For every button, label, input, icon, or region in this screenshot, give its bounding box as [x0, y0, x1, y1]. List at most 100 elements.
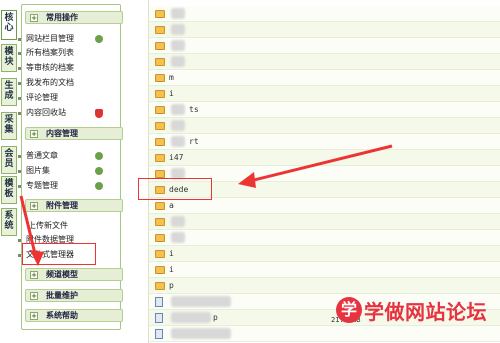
file-row[interactable]: i: [149, 86, 500, 102]
file-row[interactable]: i: [149, 246, 500, 262]
bullet-icon: [18, 155, 21, 158]
file-row[interactable]: [149, 22, 500, 38]
file-row[interactable]: [149, 38, 500, 54]
menu-item-topics[interactable]: 专题管理: [18, 181, 58, 191]
file-row[interactable]: [149, 6, 500, 22]
menu-item-all-archives[interactable]: 所有档案列表: [18, 48, 74, 58]
bullet-icon: [18, 52, 21, 55]
file-row[interactable]: m: [149, 70, 500, 86]
section-title-content: 内容管理: [46, 129, 78, 138]
bullet-icon: [18, 82, 21, 85]
section-header-channel[interactable]: + 频道模型: [25, 268, 123, 281]
menu-item-label: 所有档案列表: [26, 48, 74, 57]
file-row[interactable]: [149, 230, 500, 246]
file-row[interactable]: 21.1 KB: [149, 316, 500, 342]
section-title-channel: 频道模型: [46, 270, 78, 279]
section-header-common[interactable]: + 常用操作: [25, 11, 123, 24]
vtab-generate[interactable]: 生成: [1, 78, 17, 106]
menu-item-label: 等审核的档案: [26, 63, 74, 72]
menu-item-label: 专题管理: [26, 181, 58, 190]
highlight-box-file-manager: [22, 243, 96, 265]
file-row[interactable]: [149, 54, 500, 70]
menu-item-label: 我发布的文档: [26, 78, 74, 87]
vtab-module[interactable]: 模块: [1, 44, 17, 72]
menu-item-site-columns[interactable]: 网站栏目管理: [18, 34, 74, 44]
file-row[interactable]: i: [149, 262, 500, 278]
vtab-member[interactable]: 会员: [1, 146, 17, 174]
file-icon: [155, 313, 163, 323]
folder-icon: [155, 250, 165, 258]
blurred-name: [171, 328, 231, 339]
add-icon[interactable]: [95, 182, 103, 190]
blurred-name: [171, 56, 185, 67]
folder-icon: [155, 74, 165, 82]
add-icon[interactable]: [95, 152, 103, 160]
file-row[interactable]: [149, 214, 500, 230]
add-icon[interactable]: [95, 167, 103, 175]
file-row[interactable]: ts: [149, 102, 500, 118]
file-row[interactable]: p: [149, 278, 500, 294]
file-row[interactable]: rt: [149, 134, 500, 150]
file-name: a: [169, 201, 174, 210]
folder-icon: [155, 90, 165, 98]
section-header-help[interactable]: + 系统帮助: [25, 309, 123, 322]
file-row[interactable]: [149, 118, 500, 134]
menu-item-comments[interactable]: 评论管理: [18, 93, 58, 103]
file-row[interactable]: a: [149, 198, 500, 214]
folder-icon: [155, 266, 165, 274]
vtab-core-label: 核心: [4, 13, 14, 33]
vtab-template[interactable]: 模板: [1, 176, 17, 204]
add-icon[interactable]: [95, 35, 103, 43]
file-icon: [155, 297, 163, 307]
menu-item-recycle-bin[interactable]: 内容回收站: [18, 108, 66, 118]
file-name: i47: [169, 153, 184, 162]
menu-item-articles[interactable]: 普通文章: [18, 151, 58, 161]
menu-item-label: 普通文章: [26, 151, 58, 160]
vtab-system[interactable]: 系统: [1, 208, 17, 236]
blurred-name: [171, 104, 185, 115]
file-name: ts: [189, 105, 199, 114]
plus-icon: +: [30, 271, 38, 279]
section-title-batch: 批量维护: [46, 291, 78, 300]
section-header-content[interactable]: + 内容管理: [25, 127, 123, 140]
section-header-batch[interactable]: + 批量维护: [25, 289, 123, 302]
folder-icon: [155, 282, 165, 290]
vertical-tab-bar: 核心 模块 生成 采集 会员 模板 系统: [0, 0, 18, 343]
folder-icon: [155, 26, 165, 34]
menu-item-pending-archives[interactable]: 等审核的档案: [18, 63, 74, 73]
plus-icon: +: [30, 312, 38, 320]
bullet-icon: [18, 254, 21, 257]
watermark-text: 学做网站论坛: [364, 299, 487, 324]
folder-icon: [155, 10, 165, 18]
section-title-common: 常用操作: [46, 13, 78, 22]
plus-icon: +: [30, 292, 38, 300]
menu-item-image-sets[interactable]: 图片集: [18, 166, 50, 176]
blurred-name: [171, 136, 185, 147]
menu-item-upload-file[interactable]: 上传新文件: [28, 221, 68, 231]
menu-item-label: 网站栏目管理: [26, 34, 74, 43]
folder-icon: [155, 234, 165, 242]
vtab-collect-label: 采集: [4, 115, 14, 135]
file-row[interactable]: i47: [149, 150, 500, 166]
blurred-name: [171, 312, 211, 323]
section-header-attachments[interactable]: + 附件管理: [25, 199, 123, 212]
file-list: m i ts rt i47 dede a i i p p 21.1 KB: [148, 0, 500, 343]
watermark-badge: 学: [336, 297, 362, 323]
blurred-name: [171, 8, 185, 19]
folder-icon: [155, 138, 165, 146]
bullet-icon: [18, 97, 21, 100]
vtab-generate-label: 生成: [4, 81, 14, 101]
blurred-name: [171, 120, 185, 131]
plus-icon: +: [30, 202, 38, 210]
menu-item-my-docs[interactable]: 我发布的文档: [18, 78, 74, 88]
bullet-icon: [18, 67, 21, 70]
menu-item-label: 内容回收站: [26, 108, 66, 117]
section-title-attachments: 附件管理: [46, 201, 78, 210]
file-name: i: [169, 265, 174, 274]
vtab-collect[interactable]: 采集: [1, 112, 17, 140]
blurred-name: [171, 216, 185, 227]
vtab-core[interactable]: 核心: [1, 10, 17, 40]
vtab-member-label: 会员: [4, 149, 14, 169]
vtab-template-label: 模板: [4, 179, 14, 199]
plus-icon: +: [30, 14, 38, 22]
